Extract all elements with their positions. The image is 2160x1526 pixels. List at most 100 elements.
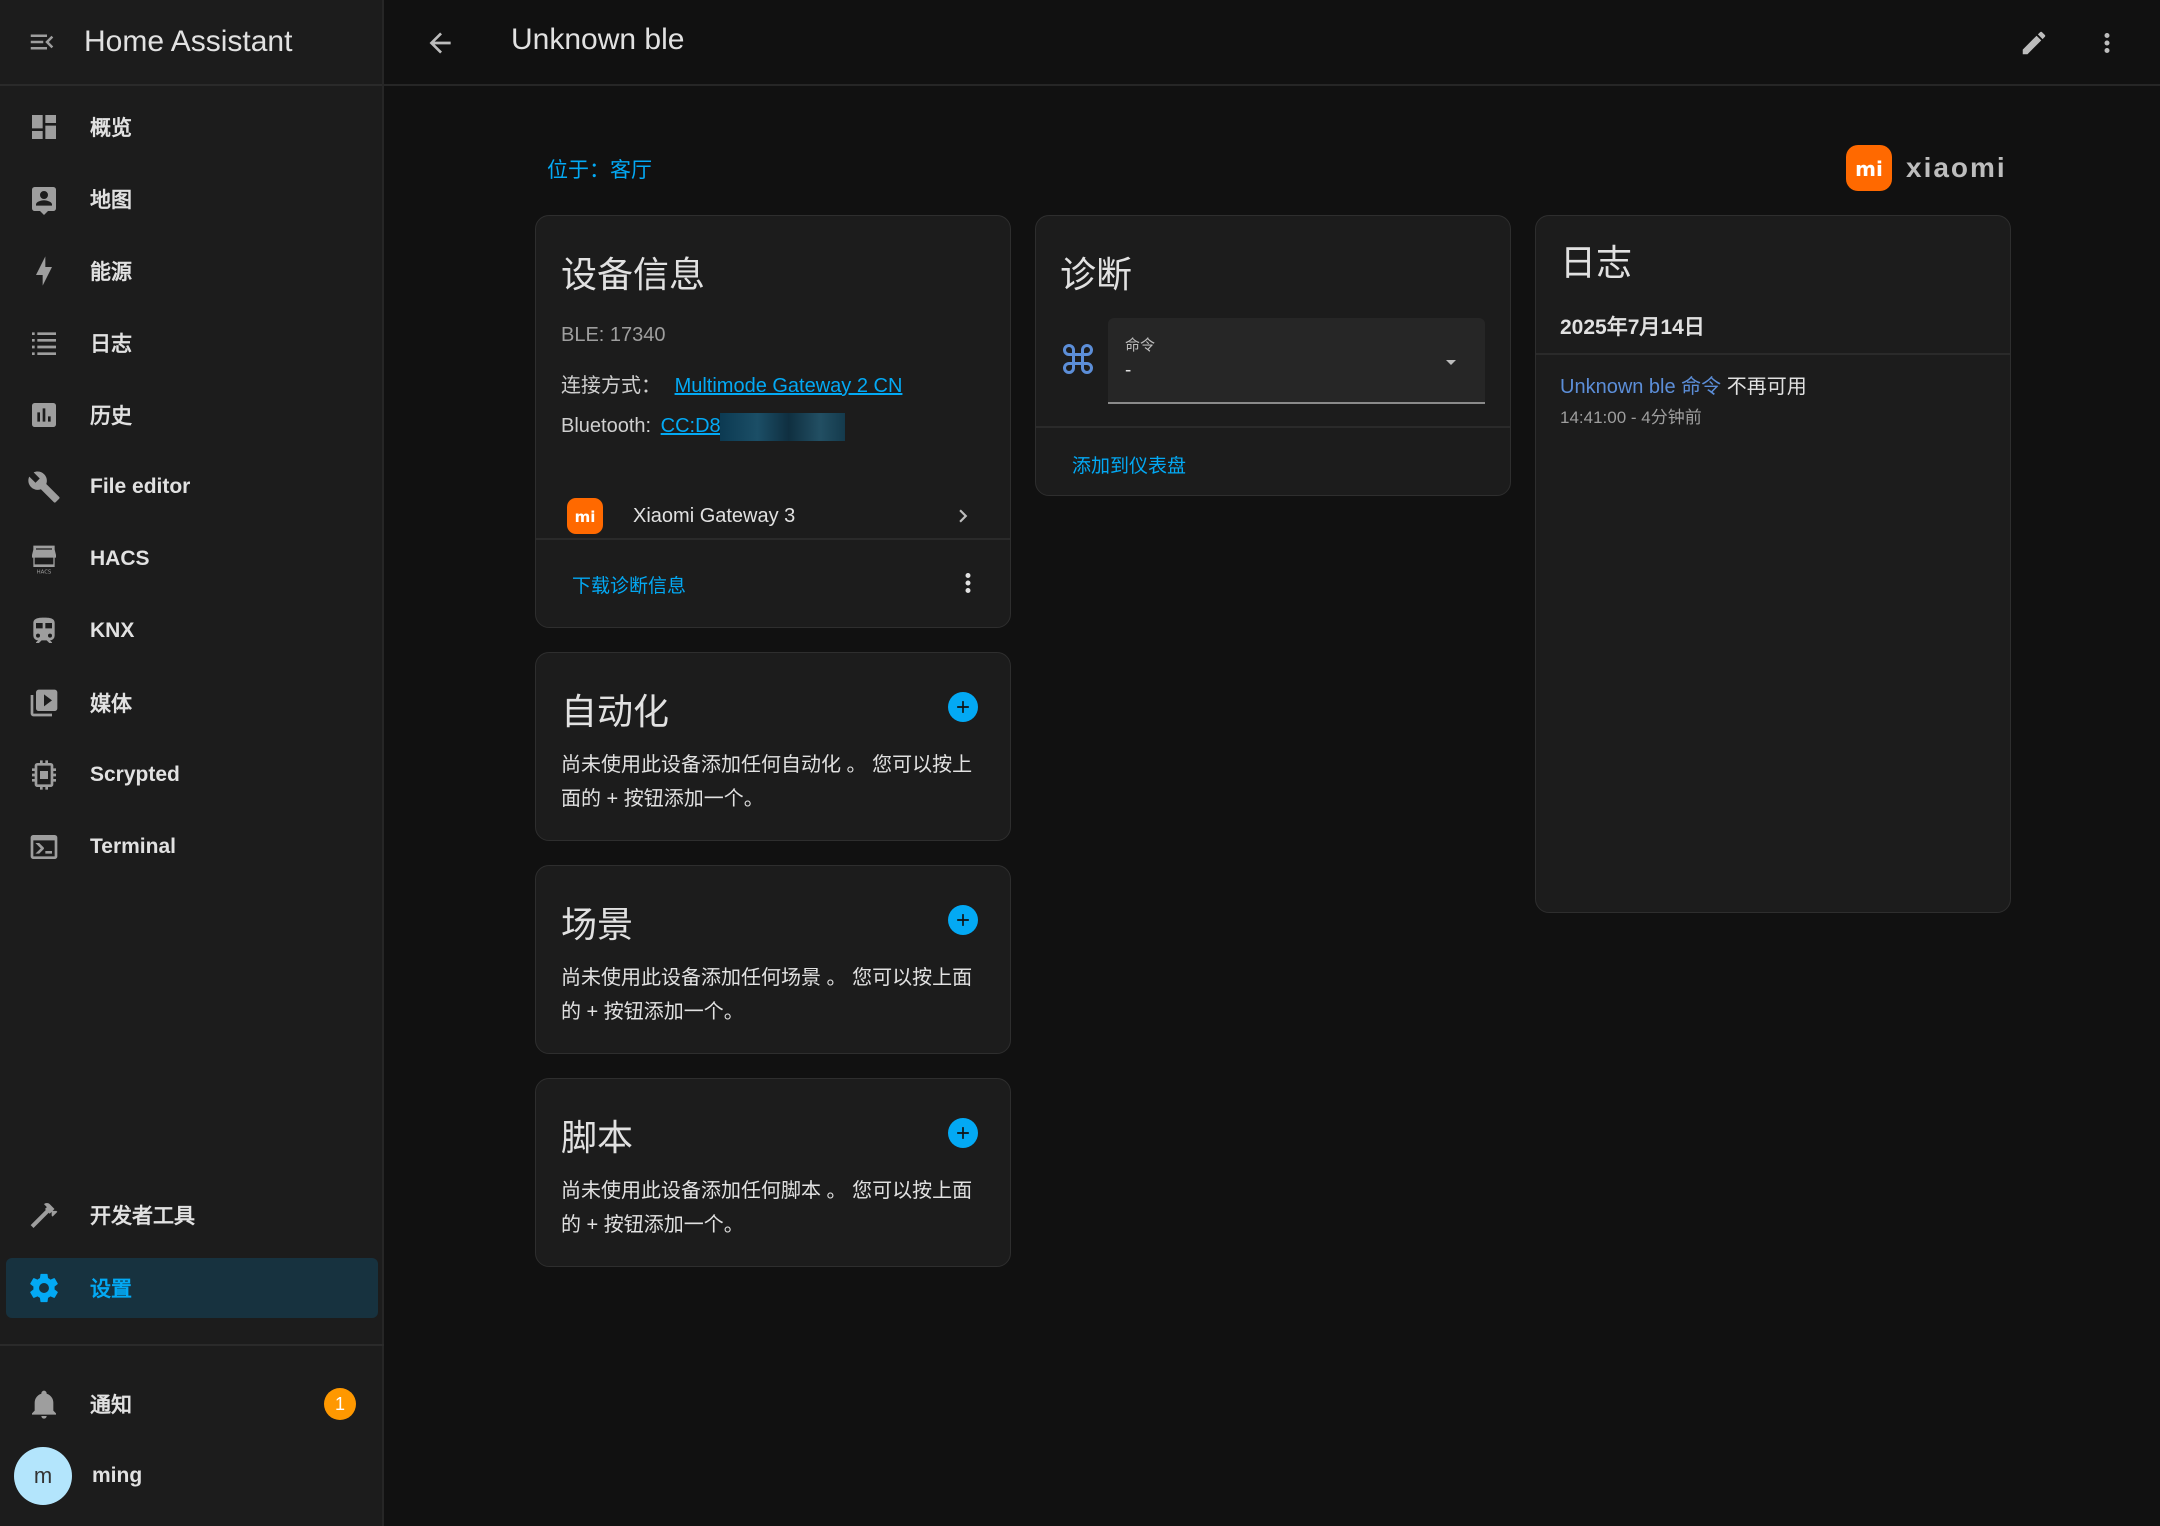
sidebar-item-overview[interactable]: 概览: [6, 97, 378, 157]
card-description: 尚未使用此设备添加任何自动化 。 您可以按上面的 + 按钮添加一个。: [561, 754, 973, 810]
sidebar-item-scrypted[interactable]: Scrypted: [6, 745, 378, 805]
command-select[interactable]: 命令 -: [1108, 318, 1485, 404]
plus-icon: [957, 914, 969, 926]
sidebar-item-label: 开发者工具: [90, 1205, 195, 1228]
sidebar-item-hacs[interactable]: HACS HACS: [6, 529, 378, 589]
chevron-right-icon: [959, 509, 968, 523]
brand-badge-text: mi: [1855, 157, 1883, 181]
sidebar-item-map[interactable]: 地图: [6, 169, 378, 229]
add-script-button[interactable]: [948, 1118, 978, 1148]
logbook-entry-state: 不再可用: [1721, 376, 1807, 398]
sidebar-item-user[interactable]: m ming: [6, 1446, 378, 1506]
sidebar-item-label: 能源: [90, 261, 132, 284]
terminal-icon: [30, 835, 58, 859]
sidebar-item-energy[interactable]: 能源: [6, 241, 378, 301]
add-automation-button[interactable]: [948, 692, 978, 722]
bell-icon: [32, 1390, 56, 1419]
media-play-icon: [30, 689, 58, 717]
page-title: Unknown ble: [511, 23, 685, 56]
sidebar: Home Assistant 概览 地图 能源 日志 历史 File edito…: [0, 0, 384, 1526]
connection-link[interactable]: Multimode Gateway 2 CN: [675, 375, 903, 397]
via-device-badge-text: mi: [575, 508, 596, 526]
wrench-icon: [28, 471, 60, 503]
avatar: m: [14, 1447, 72, 1505]
download-diagnostics-button[interactable]: 下载诊断信息: [572, 571, 686, 598]
history-chart-icon: [32, 403, 56, 427]
logbook-entry-entity[interactable]: Unknown ble 命令: [1560, 376, 1721, 398]
gear-icon: [30, 1273, 58, 1303]
sidebar-item-file-editor[interactable]: File editor: [6, 457, 378, 517]
connection-line: 连接方式： Multimode Gateway 2 CN: [561, 369, 902, 398]
arrow-left-icon: [429, 32, 451, 54]
menu-open-icon: [30, 34, 54, 50]
sidebar-item-label: 媒体: [90, 693, 132, 716]
overflow-menu-button[interactable]: [2081, 17, 2133, 69]
redacted-mac-address: [720, 413, 845, 441]
top-app-bar: Unknown ble: [384, 0, 2160, 86]
card-title: 日志: [1560, 242, 1633, 283]
logbook-card: 日志 2025年7月14日 Unknown ble 命令 不再可用 14:41:…: [1535, 215, 2011, 913]
diagnostics-card: 诊断 命令 - 添加到仪表盘: [1035, 215, 1511, 496]
area-link[interactable]: 位于：客厅: [547, 154, 652, 184]
card-divider: [1536, 353, 2010, 355]
chip-icon: [32, 760, 56, 790]
sidebar-item-knx[interactable]: KNX: [6, 601, 378, 661]
xiaomi-logo-icon: mi: [1846, 145, 1892, 191]
sidebar-item-developer-tools[interactable]: 开发者工具: [6, 1185, 378, 1245]
logbook-entry: Unknown ble 命令 不再可用: [1560, 370, 1807, 399]
card-title: 设备信息: [561, 254, 706, 295]
back-button[interactable]: [414, 17, 466, 69]
device-info-menu-button[interactable]: [948, 563, 988, 603]
sidebar-item-settings[interactable]: 设置: [6, 1258, 378, 1318]
pencil-icon: [2022, 31, 2046, 55]
script-card: 脚本 尚未使用此设备添加任何脚本 。 您可以按上面的 + 按钮添加一个。: [535, 1078, 1011, 1267]
menu-toggle-button[interactable]: [18, 18, 66, 66]
card-title: 脚本: [561, 1117, 634, 1158]
select-label: 命令: [1125, 337, 1156, 354]
card-description: 尚未使用此设备添加任何脚本 。 您可以按上面的 + 按钮添加一个。: [561, 1180, 973, 1236]
sidebar-item-media[interactable]: 媒体: [6, 673, 378, 733]
via-device-row[interactable]: mi Xiaomi Gateway 3: [536, 478, 1010, 554]
knx-train-icon: [33, 617, 55, 643]
hammer-icon: [30, 1202, 58, 1229]
sidebar-header: Home Assistant: [0, 0, 382, 86]
dots-vertical-icon: [2104, 33, 2110, 53]
app-title: Home Assistant: [84, 25, 293, 58]
card-description: 尚未使用此设备添加任何场景 。 您可以按上面的 + 按钮添加一个。: [561, 967, 973, 1023]
add-to-dashboard-button[interactable]: 添加到仪表盘: [1072, 451, 1186, 478]
card-title: 场景: [561, 904, 634, 945]
notification-count-badge: 1: [324, 1388, 356, 1420]
sidebar-divider: [0, 1344, 384, 1346]
bluetooth-address-link[interactable]: CC:D8:: [661, 415, 727, 437]
logbook-entry-time: 14:41:00 - 4分钟前: [1560, 408, 1702, 427]
map-icon: [32, 187, 56, 215]
add-scene-button[interactable]: [948, 905, 978, 935]
brand-text: xiaomi: [1906, 152, 2007, 183]
sidebar-item-terminal[interactable]: Terminal: [6, 817, 378, 877]
user-name: ming: [92, 1464, 143, 1487]
connection-label: 连接方式：: [561, 375, 661, 397]
sidebar-item-label: 历史: [90, 405, 132, 428]
svg-text:HACS: HACS: [37, 570, 52, 575]
dots-vertical-icon: [965, 573, 971, 593]
sidebar-item-label: 概览: [90, 117, 132, 140]
card-divider: [536, 538, 1010, 540]
select-value: -: [1125, 360, 1132, 381]
sidebar-item-logbook[interactable]: 日志: [6, 313, 378, 373]
via-device-name: Xiaomi Gateway 3: [633, 504, 796, 527]
sidebar-item-label: 通知: [90, 1394, 132, 1417]
hacs-store-icon: HACS: [32, 545, 56, 575]
ble-id: BLE: 17340: [561, 324, 666, 346]
sidebar-item-label: 地图: [90, 189, 132, 212]
command-key-icon: [1063, 344, 1093, 374]
card-title: 诊断: [1060, 254, 1133, 295]
lightning-icon: [36, 256, 52, 286]
sidebar-item-notifications[interactable]: 通知 1: [6, 1374, 378, 1434]
card-divider: [1036, 426, 1510, 428]
bluetooth-label: Bluetooth:: [561, 415, 652, 437]
sidebar-item-history[interactable]: 历史: [6, 385, 378, 445]
plus-icon: [957, 1127, 969, 1139]
menu-down-icon: [1446, 360, 1456, 365]
dashboard-icon: [32, 115, 56, 139]
edit-button[interactable]: [2008, 17, 2060, 69]
